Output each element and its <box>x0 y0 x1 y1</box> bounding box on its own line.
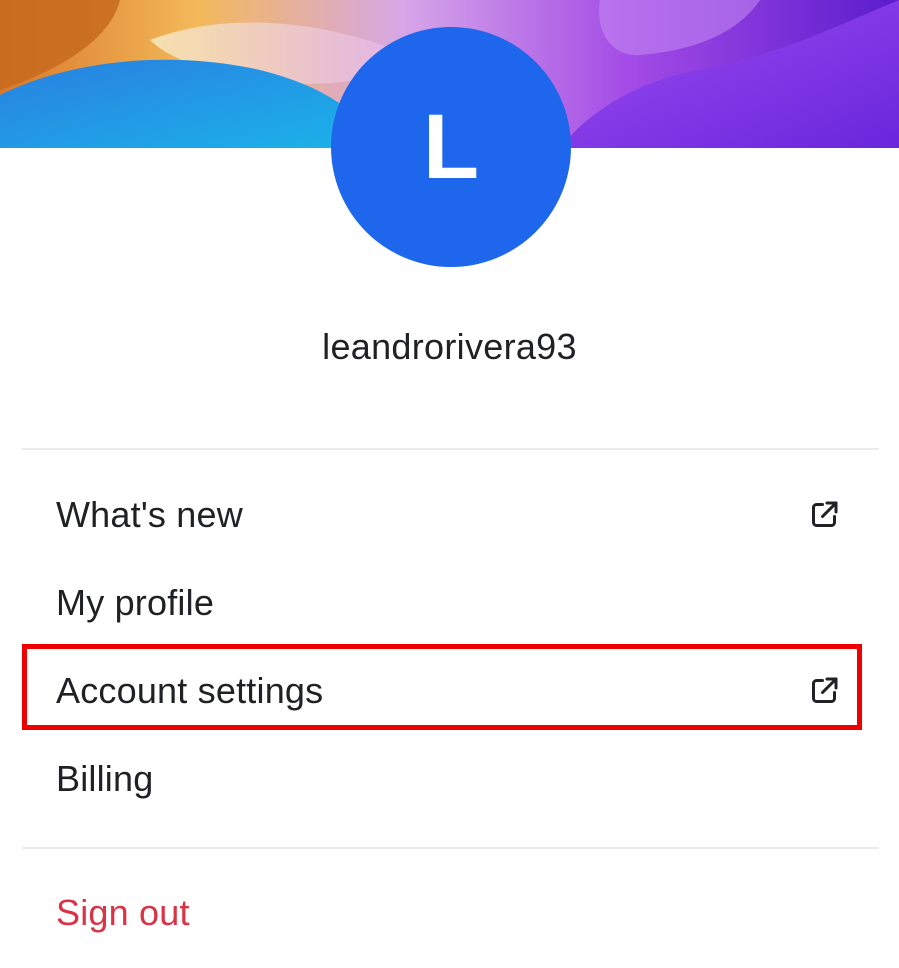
avatar[interactable]: L <box>331 27 571 267</box>
menu-item-billing[interactable]: Billing <box>24 738 860 820</box>
divider <box>22 847 879 849</box>
username: leandrorivera93 <box>322 326 577 367</box>
divider <box>22 448 879 450</box>
menu-item-label: My profile <box>56 582 215 623</box>
sign-out-label: Sign out <box>56 892 190 933</box>
menu-item-label: What's new <box>56 494 243 535</box>
menu-item-account-settings[interactable]: Account settings <box>24 650 860 732</box>
menu-item-whats-new[interactable]: What's new <box>24 474 860 556</box>
menu-item-sign-out[interactable]: Sign out <box>24 872 860 954</box>
avatar-initial: L <box>422 96 480 198</box>
account-menu-panel: L leandrorivera93 What's new My profile … <box>0 0 899 968</box>
menu-item-label: Account settings <box>56 670 324 711</box>
menu-item-label: Billing <box>56 758 154 799</box>
external-link-icon <box>812 677 838 703</box>
menu-item-my-profile[interactable]: My profile <box>24 562 860 644</box>
external-link-icon <box>812 501 838 527</box>
